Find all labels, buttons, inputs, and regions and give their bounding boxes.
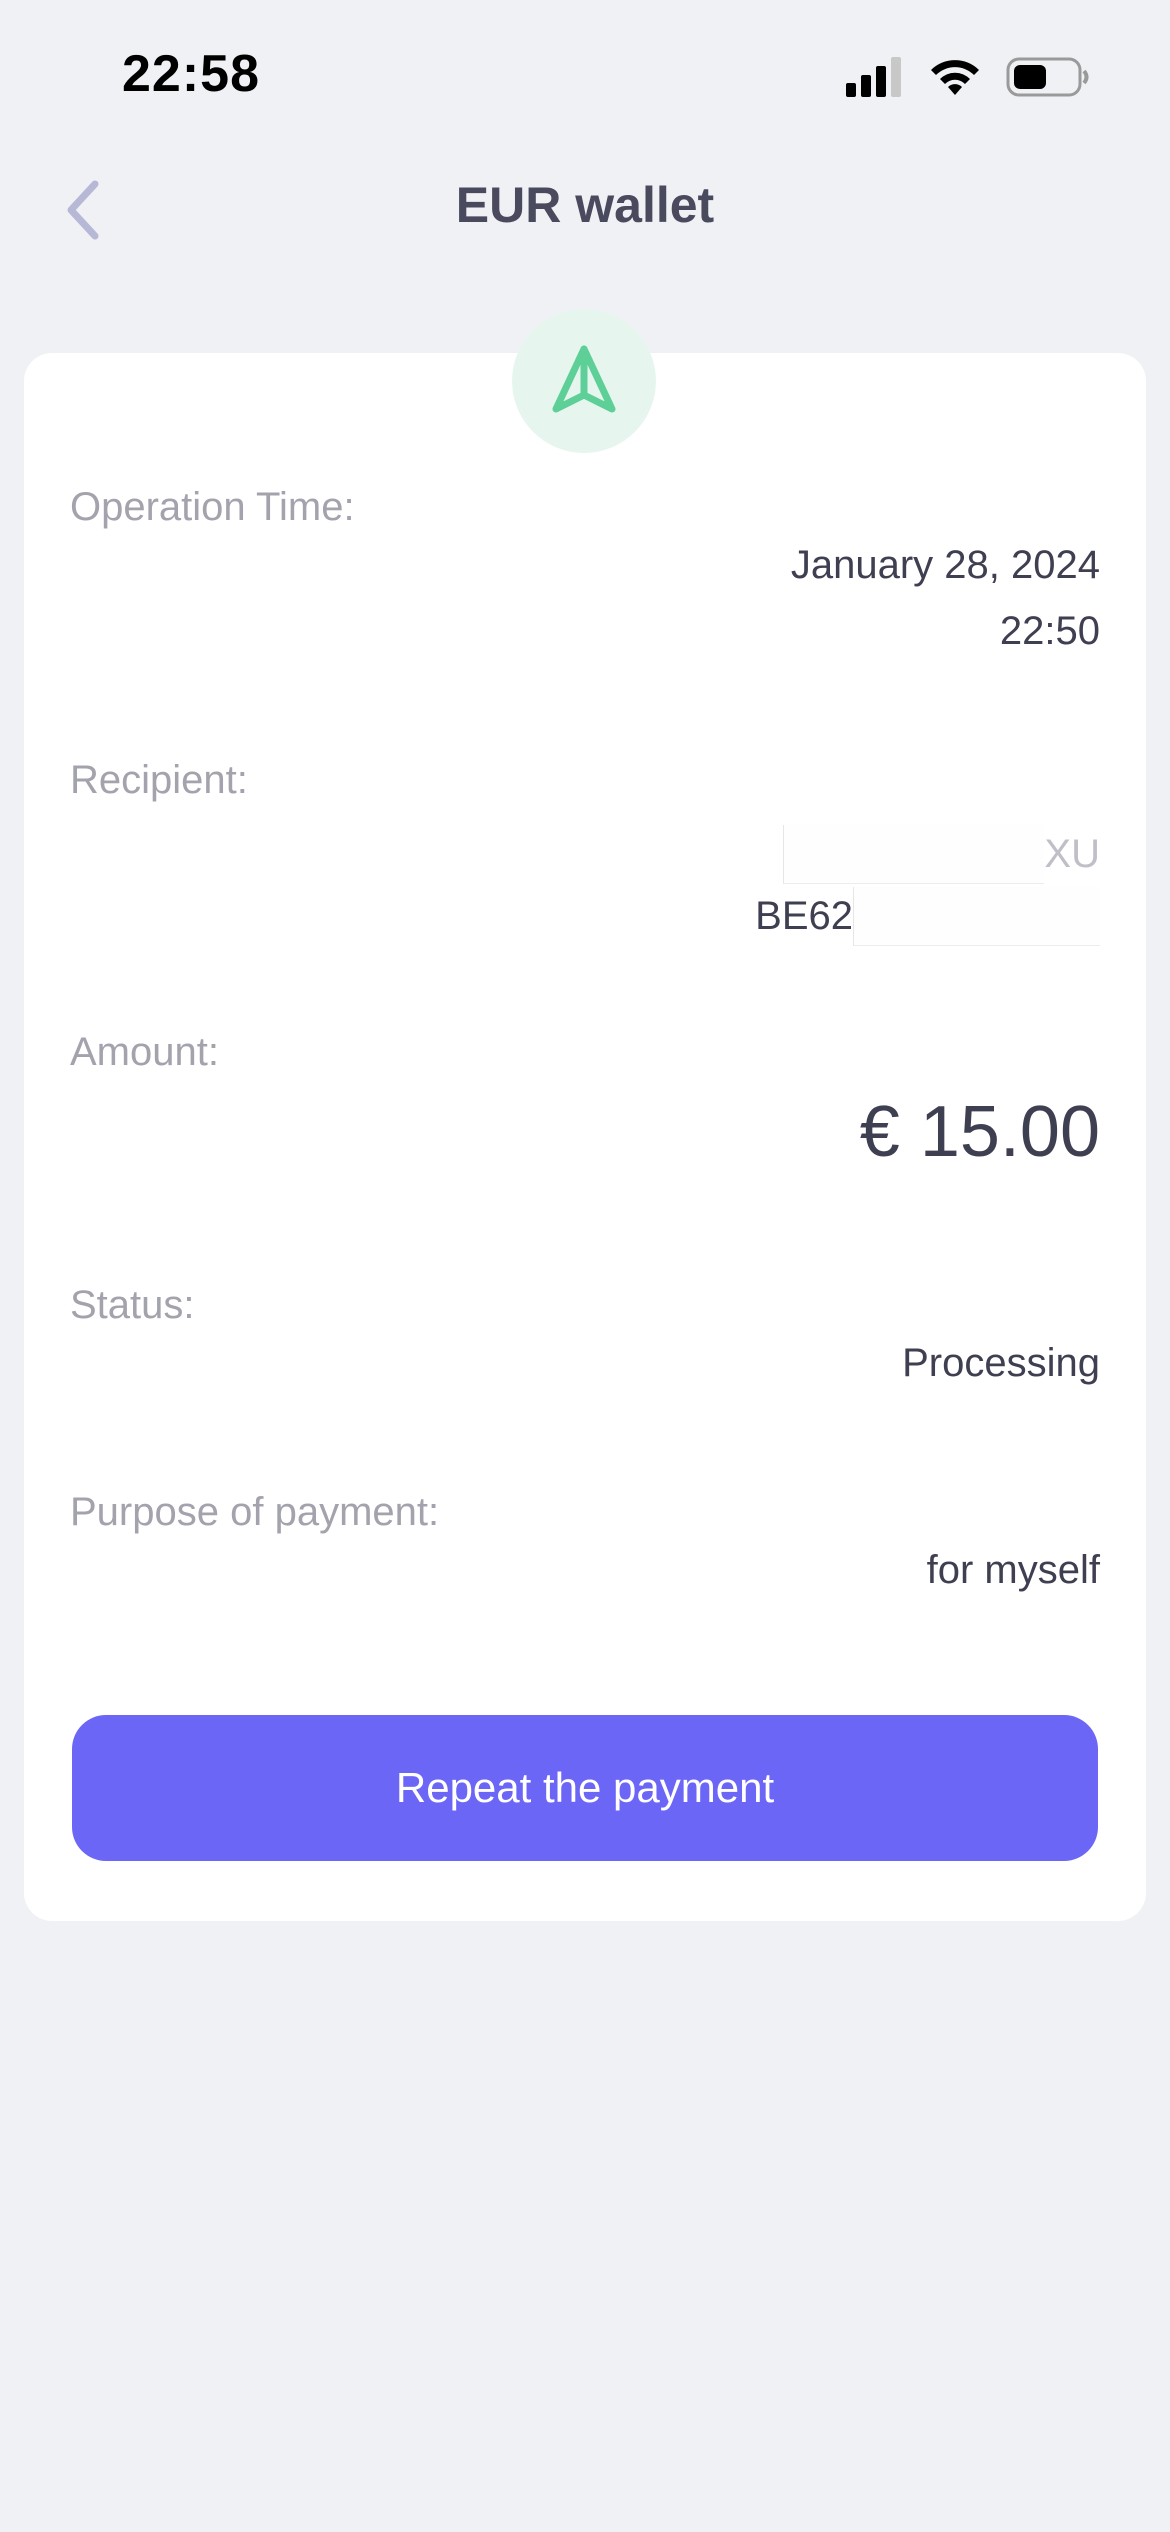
header: EUR wallet <box>0 150 1170 270</box>
redacted-block <box>783 824 1045 884</box>
repeat-payment-button[interactable]: Repeat the payment <box>72 1715 1098 1861</box>
status-icons <box>846 56 1090 98</box>
recipient-iban-prefix: BE62 <box>755 893 853 938</box>
recipient-name-value: XU <box>70 823 1100 885</box>
purpose-row: Purpose of payment: for myself <box>70 1487 1100 1603</box>
battery-icon <box>1006 57 1089 97</box>
purpose-value: for myself <box>926 1548 1100 1592</box>
amount-value: € 15.00 <box>859 1092 1100 1172</box>
operation-icon-badge <box>512 309 656 453</box>
status-label: Status: <box>70 1283 195 1327</box>
recipient-row: Recipient: XU BE62 <box>70 755 1100 947</box>
cellular-signal-icon <box>846 57 901 97</box>
operation-time-label: Operation Time: <box>70 485 355 529</box>
amount-row: Amount: € 15.00 <box>70 1027 1100 1177</box>
purpose-label: Purpose of payment: <box>70 1490 440 1534</box>
status-time: 22:58 <box>122 45 260 103</box>
send-arrow-icon <box>552 345 616 413</box>
amount-label: Amount: <box>70 1030 219 1074</box>
operation-date-value: January 28, 2024 <box>790 543 1100 587</box>
recipient-name-suffix: XU <box>1044 831 1100 876</box>
status-bar: 22:58 <box>0 0 1170 150</box>
redacted-block <box>853 886 1100 946</box>
wifi-icon <box>931 60 979 95</box>
status-row: Status: Processing <box>70 1280 1100 1396</box>
operation-time-value: 22:50 <box>999 609 1100 653</box>
page-title: EUR wallet <box>455 177 715 233</box>
recipient-iban-value: BE62 <box>70 885 1100 947</box>
operation-time-row: Operation Time: January 28, 2024 22:50 <box>70 482 1100 664</box>
recipient-label: Recipient: <box>70 758 248 802</box>
status-value: Processing <box>902 1341 1100 1385</box>
